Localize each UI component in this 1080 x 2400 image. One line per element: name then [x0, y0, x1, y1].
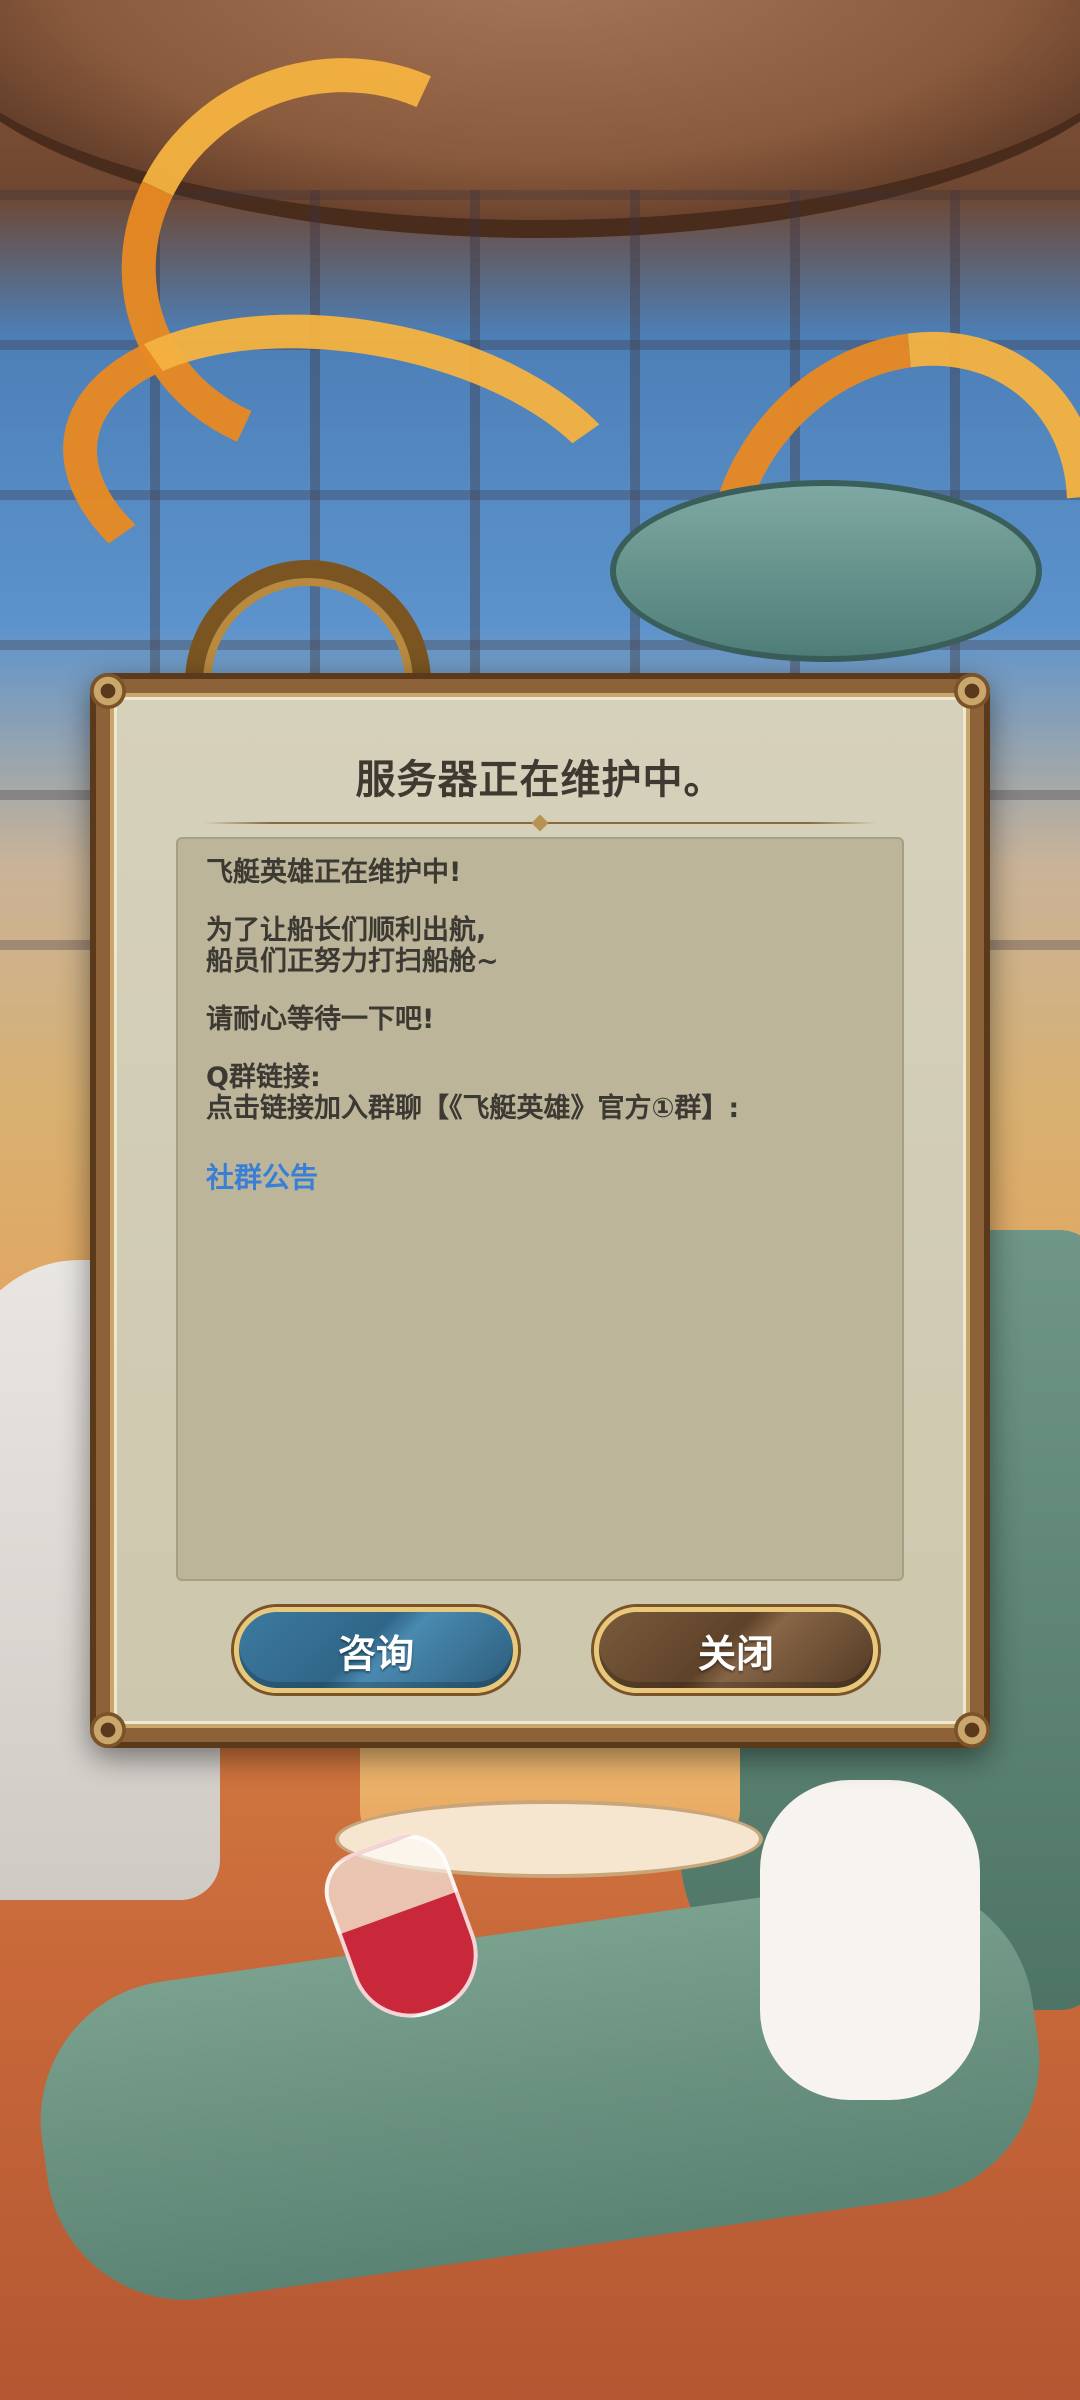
close-button-label: 关闭 — [697, 1631, 774, 1676]
message-line: 为了让船长们顺利出航, — [206, 915, 487, 946]
title-divider — [204, 817, 876, 829]
game-screen: 服务器正在维护中。 飞艇英雄正在维护中! 为了让船长们顺利出航, 船员们正努力打… — [0, 0, 1080, 2400]
message-line: 点击链接加入群聊【《飞艇英雄》官方①群】: — [206, 1093, 740, 1124]
corner-rivet-icon — [90, 1712, 126, 1748]
corner-rivet-icon — [954, 1712, 990, 1748]
dialog-title: 服务器正在维护中。 — [355, 757, 725, 803]
consult-button-label: 咨询 — [337, 1631, 414, 1676]
close-button[interactable]: 关闭 — [594, 1607, 878, 1693]
message-line: 船员们正努力打扫船舱~ — [206, 946, 499, 977]
maintenance-dialog: 服务器正在维护中。 飞艇英雄正在维护中! 为了让船长们顺利出航, 船员们正努力打… — [90, 673, 990, 1748]
background-character-shirt — [760, 1780, 980, 2100]
message-line: Q群链接: — [206, 1062, 321, 1093]
corner-rivet-icon — [90, 673, 126, 709]
message-line: 请耐心等待一下吧! — [206, 1004, 435, 1035]
message-box: 飞艇英雄正在维护中! 为了让船长们顺利出航, 船员们正努力打扫船舱~ 请耐心等待… — [176, 837, 904, 1581]
corner-rivet-icon — [954, 673, 990, 709]
consult-button[interactable]: 咨询 — [234, 1607, 518, 1693]
dialog-panel: 服务器正在维护中。 飞艇英雄正在维护中! 为了让船长们顺利出航, 船员们正努力打… — [90, 673, 990, 1748]
background-airship — [610, 480, 1042, 662]
community-notice-link[interactable]: 社群公告 — [206, 1161, 318, 1194]
message-line: 飞艇英雄正在维护中! — [206, 857, 462, 888]
